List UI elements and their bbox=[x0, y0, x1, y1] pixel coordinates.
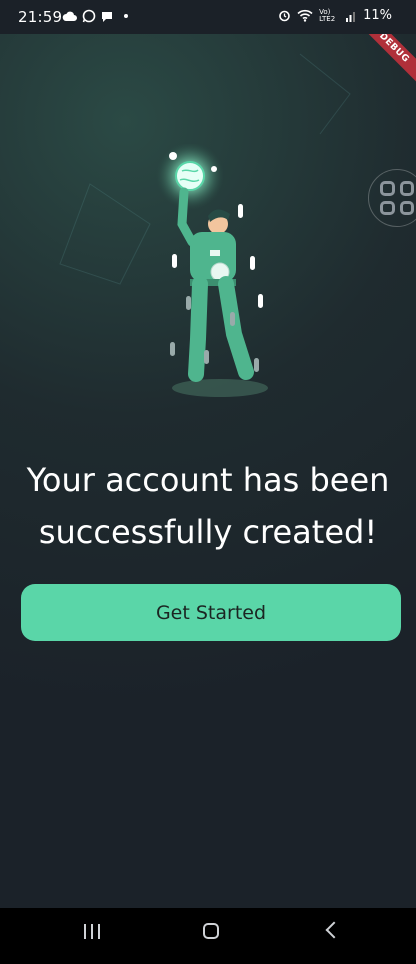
back-icon[interactable] bbox=[325, 921, 343, 939]
battery-level: 11% bbox=[363, 8, 392, 23]
recent-apps-icon[interactable] bbox=[84, 924, 100, 939]
signal-icon bbox=[346, 11, 356, 22]
success-message: Your account has been successfully creat… bbox=[26, 461, 390, 551]
network-label: Vo) LTE2 bbox=[319, 7, 336, 23]
more-notifications-dot bbox=[124, 14, 128, 18]
home-icon[interactable] bbox=[203, 923, 219, 939]
status-bar: 21:59 Vo) LTE2 11% bbox=[0, 0, 416, 34]
system-icons: Vo) LTE2 11% bbox=[278, 8, 392, 23]
cloud-icon bbox=[62, 11, 77, 21]
wifi-icon bbox=[297, 9, 313, 22]
alarm-icon bbox=[279, 10, 290, 22]
notification-icons bbox=[62, 9, 128, 23]
grid-icon bbox=[380, 181, 414, 215]
whatsapp-icon bbox=[82, 9, 96, 23]
get-started-button[interactable]: Get Started bbox=[21, 584, 401, 641]
astronaut-illustration bbox=[156, 144, 268, 397]
status-time: 21:59 bbox=[18, 8, 63, 26]
chat-icon bbox=[102, 11, 112, 22]
success-screen: DEBUG Your account has been successfully… bbox=[0, 34, 416, 908]
system-navigation-bar bbox=[0, 908, 416, 964]
